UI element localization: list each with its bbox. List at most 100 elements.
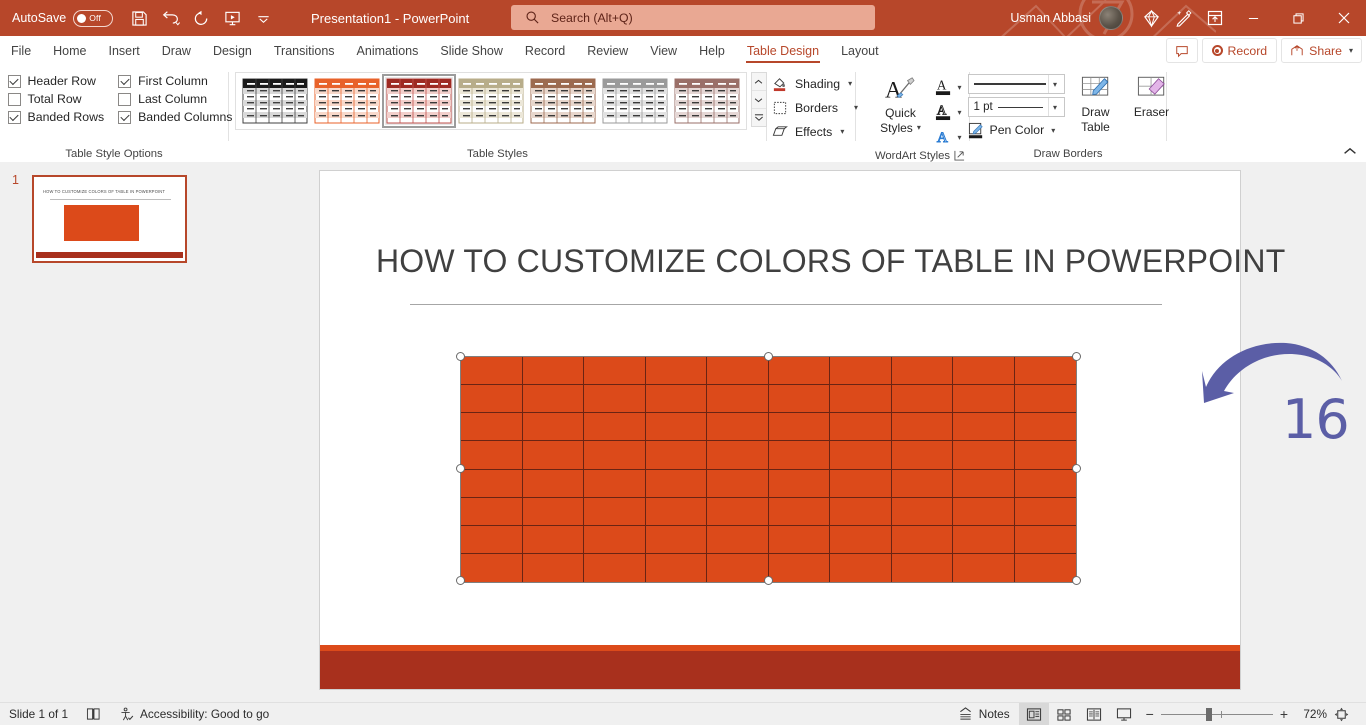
draw-table-button[interactable]: Draw Table [1071,74,1121,134]
comments-button[interactable] [1165,38,1198,63]
table-cell[interactable] [522,357,584,386]
table-cell[interactable] [522,497,584,526]
restore-button[interactable] [1276,0,1321,36]
table-cell[interactable] [584,385,646,414]
table-cell[interactable] [1014,526,1076,554]
table-style-thumb-4[interactable] [456,77,525,125]
text-outline-button[interactable]: A ▾ [935,101,962,123]
table-cell[interactable] [768,469,830,498]
table-cell[interactable] [461,385,523,414]
tab-view[interactable]: View [639,36,688,65]
table-cell[interactable] [707,469,769,498]
table-cell[interactable] [584,441,646,470]
table-cell[interactable] [768,525,830,554]
table-cell[interactable] [645,441,707,470]
tab-help[interactable]: Help [688,36,736,65]
tab-layout[interactable]: Layout [830,36,890,65]
table-cell[interactable] [1014,470,1076,498]
zoom-out-button[interactable]: − [1146,706,1154,722]
table-cell[interactable] [707,497,769,526]
zoom-slider-thumb[interactable] [1205,707,1212,721]
close-button[interactable] [1321,0,1366,36]
table-cell[interactable] [522,413,584,442]
zoom-in-button[interactable]: + [1280,706,1288,722]
table-cell[interactable] [707,385,769,414]
table-cell[interactable] [891,525,953,554]
tab-table-design[interactable]: Table Design [736,36,830,65]
slideshow-button[interactable] [1109,703,1139,725]
slide-thumbnail-1[interactable]: HOW TO CUSTOMIZE COLORS OF TABLE IN POWE… [32,175,187,263]
undo-button[interactable] [156,5,185,31]
resize-handle-top-left[interactable] [456,352,465,361]
table-cell[interactable] [645,413,707,442]
slide-sorter-button[interactable] [1049,703,1079,725]
share-button[interactable]: Share ▾ [1281,38,1362,63]
table-cell[interactable] [522,441,584,470]
collapse-ribbon-button[interactable] [1342,143,1358,159]
tab-design[interactable]: Design [202,36,263,65]
table-cell[interactable] [522,385,584,414]
zoom-value[interactable]: 72% [1295,707,1327,721]
shading-button[interactable]: Shading ▾ [772,73,858,94]
table-cell[interactable] [891,469,953,498]
text-fill-button[interactable]: A ▾ [935,76,962,98]
save-button[interactable] [125,5,154,31]
table-cell[interactable] [891,441,953,470]
table-cell[interactable] [1014,498,1076,526]
table-cell[interactable] [830,385,892,414]
wordart-dialog-launcher[interactable] [954,150,966,162]
tab-animations[interactable]: Animations [346,36,430,65]
table-cell[interactable] [523,553,584,582]
ribbon-display-options-button[interactable] [1199,3,1231,33]
table-cell[interactable] [892,553,953,582]
redo-button[interactable] [187,5,216,31]
checkbox-total-row[interactable]: Total Row [7,92,105,106]
table-cell[interactable] [953,553,1015,582]
table-cell[interactable] [584,413,646,442]
table-cell[interactable] [645,469,707,498]
effects-button[interactable]: Effects ▾ [772,121,858,142]
table-cell[interactable] [646,553,707,582]
notes-button[interactable]: Notes [949,703,1019,725]
fit-to-window-button[interactable] [1334,707,1359,722]
resize-handle-top-center[interactable] [764,352,773,361]
table-cell[interactable] [891,385,953,414]
table-cell[interactable] [769,553,830,582]
checkbox-first-column[interactable]: First Column [118,74,232,88]
table-cell[interactable] [768,357,830,386]
tab-slide-show[interactable]: Slide Show [429,36,514,65]
normal-view-button[interactable] [1018,703,1049,725]
table-cell[interactable] [522,469,584,498]
table-style-thumb-1[interactable] [240,77,309,125]
table-cell[interactable] [830,441,892,470]
text-effects-button[interactable]: A ▾ [935,126,962,148]
table-grid[interactable] [461,357,1076,582]
table-cell[interactable] [891,497,953,526]
table-cell[interactable] [707,441,769,470]
tab-draw[interactable]: Draw [151,36,202,65]
table-cell[interactable] [584,553,646,582]
table-cell[interactable] [645,497,707,526]
table-cell[interactable] [707,525,769,554]
tab-insert[interactable]: Insert [98,36,151,65]
table-cell[interactable] [953,441,1015,470]
checkbox-banded-rows[interactable]: Banded Rows [7,110,104,124]
resize-handle-middle-left[interactable] [456,464,465,473]
table-style-thumb-3-selected[interactable] [381,74,456,128]
table-cell[interactable] [645,525,707,554]
tab-record[interactable]: Record [514,36,576,65]
table-style-thumb-5[interactable] [528,77,597,125]
slide-count[interactable]: Slide 1 of 1 [0,703,77,725]
table-cell[interactable] [461,469,523,498]
autosave-control[interactable]: AutoSave Off [12,9,114,27]
table-cell[interactable] [768,497,830,526]
pen-style-combo[interactable]: ▾ [967,74,1065,94]
start-from-beginning-button[interactable] [218,5,247,31]
table-cell[interactable] [768,441,830,470]
microsoft-365-diamond-button[interactable] [1135,3,1167,33]
table-cell[interactable] [461,497,523,526]
customize-quick-access-toolbar-button[interactable] [249,5,278,31]
search-box[interactable]: Search (Alt+Q) [511,5,875,30]
table-cell[interactable] [461,525,523,554]
resize-handle-bottom-left[interactable] [456,576,465,585]
